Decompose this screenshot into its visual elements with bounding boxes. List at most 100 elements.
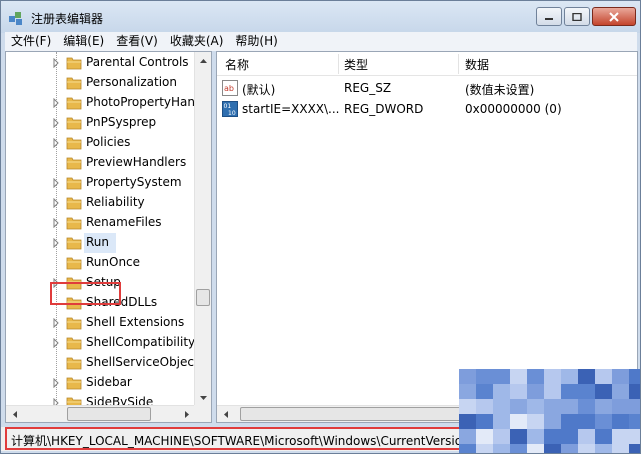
column-divider[interactable] — [338, 54, 339, 74]
menu-bar: 文件(F) 编辑(E) 查看(V) 收藏夹(A) 帮助(H) — [5, 32, 637, 51]
value-name: startIE=XXXX\... — [242, 102, 340, 116]
column-divider[interactable] — [458, 54, 459, 74]
mosaic-tile — [629, 369, 640, 384]
tree-item[interactable]: PnPSysprep — [6, 113, 195, 133]
tree-item[interactable]: RunOnce — [6, 253, 195, 273]
value-type: REG_DWORD — [344, 102, 424, 116]
mosaic-tile — [459, 384, 477, 399]
arrow-left-icon — [12, 411, 17, 418]
expand-arrow-icon[interactable] — [51, 218, 61, 228]
scroll-corner — [194, 405, 211, 422]
mosaic-tile — [527, 369, 545, 384]
window-title: 注册表编辑器 — [31, 12, 104, 26]
tree-horizontal-scrollbar[interactable] — [6, 405, 195, 422]
expand-arrow-icon[interactable] — [51, 138, 61, 148]
tree-item[interactable]: PreviewHandlers — [6, 153, 195, 173]
key-tree[interactable]: Parental Controls Personalization PhotoPro… — [6, 52, 195, 406]
tree-vertical-scrollbar[interactable] — [194, 52, 211, 406]
mosaic-tile — [510, 399, 528, 414]
folder-icon — [66, 257, 82, 270]
folder-icon — [66, 337, 82, 350]
menu-help[interactable]: 帮助(H) — [229, 32, 283, 51]
mosaic-tile — [476, 429, 494, 444]
mosaic-tile — [544, 444, 562, 453]
menu-file[interactable]: 文件(F) — [5, 32, 57, 51]
expand-arrow-icon[interactable] — [51, 58, 61, 68]
scroll-left-button[interactable] — [6, 406, 23, 422]
tree-item[interactable]: Sidebar — [6, 373, 195, 393]
arrow-left-icon — [223, 411, 228, 418]
menu-view[interactable]: 查看(V) — [110, 32, 164, 51]
svg-text:01: 01 — [224, 103, 232, 110]
tree-item[interactable]: PhotoPropertyHand — [6, 93, 195, 113]
column-header-type[interactable]: 类型 — [344, 56, 368, 73]
expand-arrow-icon[interactable] — [51, 98, 61, 108]
mosaic-tile — [459, 399, 477, 414]
scroll-right-button[interactable] — [178, 406, 195, 422]
mosaic-tile — [612, 384, 630, 399]
expand-arrow-icon[interactable] — [51, 338, 61, 348]
tree-item-label: RunOnce — [86, 255, 141, 269]
scrollbar-thumb[interactable] — [67, 407, 151, 421]
value-data: (数值未设置) — [465, 83, 535, 97]
tree-item[interactable]: PropertySystem — [6, 173, 195, 193]
close-button[interactable] — [592, 7, 636, 26]
mosaic-tile — [459, 429, 477, 444]
mosaic-tile — [493, 429, 511, 444]
column-header-name[interactable]: 名称 — [225, 56, 249, 73]
menu-edit[interactable]: 编辑(E) — [57, 32, 110, 51]
expand-arrow-icon[interactable] — [51, 118, 61, 128]
tree-item-label: ShellCompatibility — [86, 335, 195, 349]
expand-arrow-icon[interactable] — [51, 378, 61, 388]
scroll-down-button[interactable] — [195, 389, 211, 406]
tree-item[interactable]: Shell Extensions — [6, 313, 195, 333]
mosaic-tile — [578, 414, 596, 429]
expand-arrow-icon[interactable] — [51, 178, 61, 188]
folder-icon — [66, 357, 82, 370]
tree-item-label: PnPSysprep — [86, 115, 157, 129]
folder-icon — [66, 317, 82, 330]
mosaic-tile — [561, 384, 579, 399]
mosaic-tile — [493, 384, 511, 399]
minimize-button[interactable] — [536, 7, 562, 26]
mosaic-tile — [612, 429, 630, 444]
mosaic-tile — [510, 384, 528, 399]
mosaic-tile — [510, 369, 528, 384]
values-list-pane[interactable]: 名称 类型 数据 ab (默认) REG_SZ (数值未设置) 01 10 st… — [216, 51, 638, 423]
tree-item-label: RenameFiles — [86, 215, 162, 229]
mosaic-tile — [527, 429, 545, 444]
mosaic-tile — [493, 414, 511, 429]
value-type: REG_SZ — [344, 81, 392, 95]
scrollbar-thumb[interactable] — [196, 289, 210, 306]
tree-item[interactable]: RenameFiles — [6, 213, 195, 233]
mosaic-tile — [510, 429, 528, 444]
tree-item[interactable]: Personalization — [6, 73, 195, 93]
mosaic-tile — [493, 369, 511, 384]
scroll-up-button[interactable] — [195, 52, 211, 69]
title-bar[interactable]: 注册表编辑器 — [1, 1, 640, 33]
value-row[interactable]: ab (默认) REG_SZ (数值未设置) — [217, 78, 637, 99]
dword-value-icon: 01 10 — [222, 101, 238, 117]
maximize-button[interactable] — [564, 7, 590, 26]
tree-item-label: PhotoPropertyHand — [86, 95, 195, 109]
key-tree-pane[interactable]: Parental Controls Personalization PhotoPro… — [5, 51, 212, 423]
tree-item[interactable]: Reliability — [6, 193, 195, 213]
column-header-data[interactable]: 数据 — [465, 56, 489, 73]
menu-favorites[interactable]: 收藏夹(A) — [164, 32, 230, 51]
tree-item[interactable]: ShellCompatibility — [6, 333, 195, 353]
tree-item[interactable]: Parental Controls — [6, 53, 195, 73]
scroll-left-button[interactable] — [217, 406, 234, 422]
expand-arrow-icon[interactable] — [51, 198, 61, 208]
expand-arrow-icon[interactable] — [51, 318, 61, 328]
mosaic-tile — [561, 429, 579, 444]
tree-item[interactable]: Run — [6, 233, 195, 253]
folder-icon — [66, 57, 82, 70]
tree-item-label: ShellServiceObjectD — [86, 355, 195, 369]
mosaic-tile — [578, 429, 596, 444]
tree-item[interactable]: Policies — [6, 133, 195, 153]
mosaic-tile — [493, 444, 511, 453]
tree-item[interactable]: ShellServiceObjectD — [6, 353, 195, 373]
expand-arrow-icon[interactable] — [51, 238, 61, 248]
value-row[interactable]: 01 10 startIE=XXXX\... REG_DWORD 0x00000… — [217, 99, 637, 120]
string-value-icon: ab — [222, 80, 238, 96]
